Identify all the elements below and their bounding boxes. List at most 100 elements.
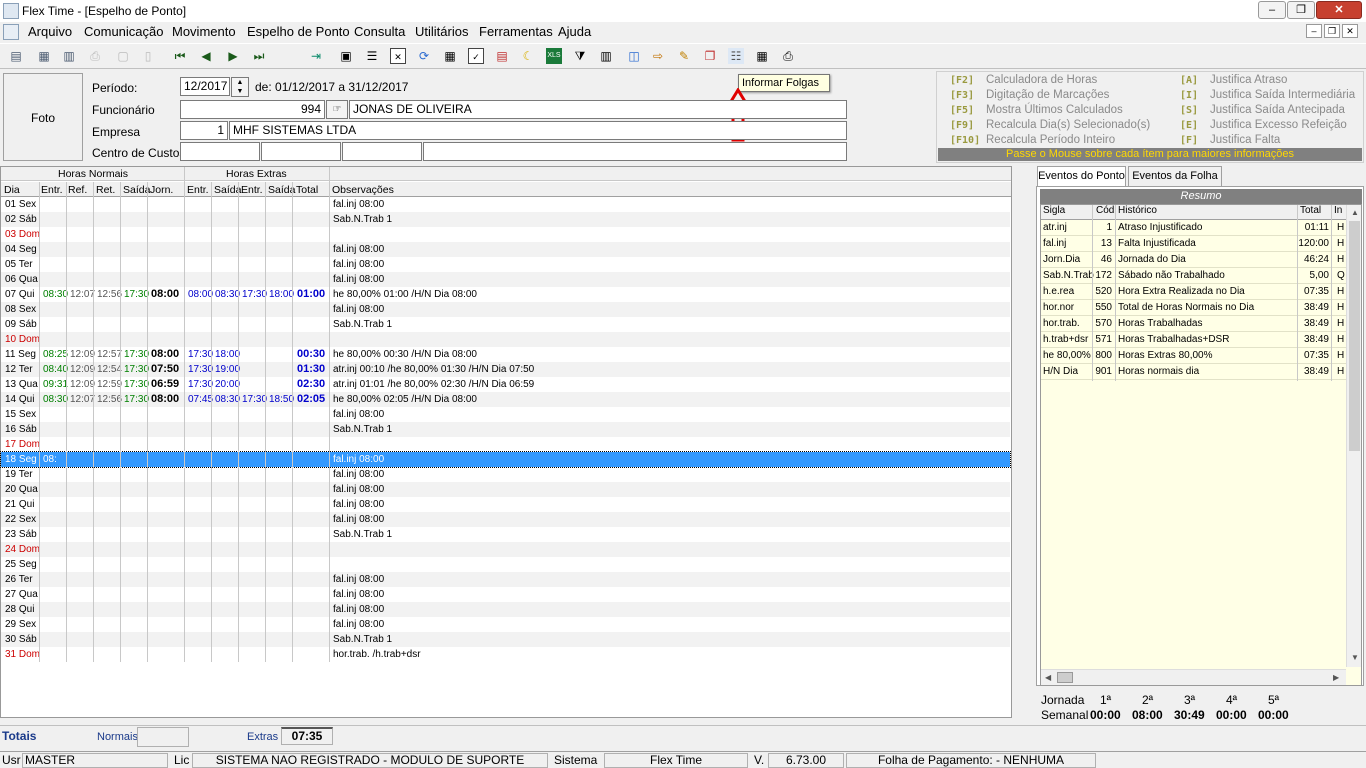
col-observacoes[interactable]: Observações [332, 184, 394, 196]
scroll-left-icon[interactable]: ◀ [1045, 673, 1051, 682]
informar-folgas-icon[interactable]: ☷ [728, 48, 744, 64]
menu-movimento[interactable]: Movimento [172, 24, 236, 39]
shortcut-f9[interactable]: [F9] Recalcula Dia(s) Selecionado(s) [950, 119, 1150, 131]
checklist-icon[interactable]: ✓ [468, 48, 484, 64]
first-record-icon[interactable]: ⏮ [172, 48, 188, 64]
table-row[interactable]: 25 Seg [1, 557, 1010, 572]
grid-icon[interactable]: ▦ [442, 48, 458, 64]
last-record-icon[interactable]: ⏭ [251, 48, 267, 64]
table-row[interactable]: 12 Ter 08:40 12:09 12:54 17:30 07:50 17:30 19:0… [1, 362, 1010, 377]
resumo-col-in[interactable]: In [1334, 205, 1342, 216]
table-row[interactable]: 02 Sáb Sab.N.Trab 1 [1, 212, 1010, 227]
close-box-icon[interactable]: ✕ [390, 48, 406, 64]
centro-field-4[interactable] [423, 142, 847, 161]
resumo-horizontal-scrollbar[interactable]: ◀ ▶ [1041, 669, 1346, 685]
col-extra-entr-2[interactable]: Entr. [241, 184, 263, 196]
list-icon[interactable]: ☰ [364, 48, 380, 64]
table-row[interactable]: 23 Sáb Sab.N.Trab 1 [1, 527, 1010, 542]
empresa-id-input[interactable]: 1 [180, 121, 228, 140]
menu-arquivo[interactable]: Arquivo [28, 24, 72, 39]
centro-field-2[interactable] [261, 142, 341, 161]
table-row[interactable]: 21 Qui fal.inj 08:00 [1, 497, 1010, 512]
resumo-row[interactable]: atr.inj 1 Atraso Injustificado 01:11 H [1041, 220, 1346, 236]
employee-icon[interactable]: ▤ [8, 48, 24, 64]
table-row[interactable]: 28 Qui fal.inj 08:00 [1, 602, 1010, 617]
save-disabled-icon[interactable]: ▢ [115, 48, 131, 64]
search-employee-icon[interactable]: ☞ [326, 100, 348, 119]
table-row[interactable]: 19 Ter fal.inj 08:00 [1, 467, 1010, 482]
resumo-row[interactable]: hor.trab. 570 Horas Trabalhadas 38:49 H [1041, 316, 1346, 332]
table-row[interactable]: 09 Sáb Sab.N.Trab 1 [1, 317, 1010, 332]
table-row[interactable]: 26 Ter fal.inj 08:00 [1, 572, 1010, 587]
printer-icon[interactable]: ⎙ [780, 48, 796, 64]
menu-ferramentas[interactable]: Ferramentas [479, 24, 553, 39]
table-row[interactable]: 13 Qua 09:31 12:09 12:59 17:30 06:59 17:30 20:0… [1, 377, 1010, 392]
scroll-right-icon[interactable]: ▶ [1333, 673, 1339, 682]
table-row[interactable]: 15 Sex fal.inj 08:00 [1, 407, 1010, 422]
shortcut-f2[interactable]: [F2] Calculadora de Horas [950, 74, 1097, 86]
export-icon[interactable]: ⇨ [650, 48, 666, 64]
table-row[interactable]: 29 Sex fal.inj 08:00 [1, 617, 1010, 632]
tab-eventos-da-folha[interactable]: Eventos da Folha [1128, 166, 1222, 186]
col-ret[interactable]: Ret. [96, 184, 115, 196]
shortcut-i[interactable]: [I] Justifica Saída Intermediária [1180, 89, 1355, 101]
table-row[interactable]: 14 Qui 08:30 12:07 12:56 17:30 08:00 07:45 08:3… [1, 392, 1010, 407]
menu-espelho-de-ponto[interactable]: Espelho de Ponto [247, 24, 350, 39]
table-row[interactable]: 11 Seg 08:25 12:09 12:57 17:30 08:00 17:30 18:0… [1, 347, 1010, 362]
table-row[interactable]: 30 Sáb Sab.N.Trab 1 [1, 632, 1010, 647]
col-total[interactable]: Total [296, 184, 318, 196]
page-disabled-icon[interactable]: ▯ [140, 48, 156, 64]
resumo-col-total[interactable]: Total [1300, 205, 1321, 216]
report-icon[interactable]: ❐ [702, 48, 718, 64]
col-extra-entr-1[interactable]: Entr. [187, 184, 209, 196]
refresh-icon[interactable]: ⟳ [416, 48, 432, 64]
table-row[interactable]: 01 Sex fal.inj 08:00 [1, 197, 1010, 212]
resumo-row[interactable]: H/N Dia 901 Horas normais dia 38:49 H [1041, 364, 1346, 380]
table-row[interactable]: 17 Dom [1, 437, 1010, 452]
monitor-icon[interactable]: ▣ [338, 48, 354, 64]
filter-icon[interactable]: ⧩ [572, 48, 588, 64]
maximize-button[interactable]: ❐ [1287, 1, 1315, 19]
shortcut-a[interactable]: [A] Justifica Atraso [1180, 74, 1287, 86]
child-window-icon[interactable] [3, 24, 19, 40]
print-disabled-icon[interactable]: ⎙ [87, 48, 103, 64]
copy-icon[interactable]: ▥ [61, 48, 77, 64]
resumo-row[interactable]: he 80,00% 800 Horas Extras 80,00% 07:35 H [1041, 348, 1346, 364]
funcionario-id-input[interactable]: 994 [180, 100, 325, 119]
exit-door-icon[interactable]: ⇥ [308, 48, 324, 64]
shortcut-s[interactable]: [S] Justifica Saída Antecipada [1180, 104, 1345, 116]
col-dia[interactable]: Dia [4, 184, 20, 196]
shortcut-f10[interactable]: [F10] Recalcula Período Inteiro [950, 134, 1115, 146]
excel-icon[interactable]: XLS [546, 48, 562, 64]
resumo-vertical-scrollbar[interactable]: ▲ ▼ [1346, 205, 1361, 667]
table-row[interactable]: 27 Qua fal.inj 08:00 [1, 587, 1010, 602]
table-row[interactable]: 07 Qui 08:30 12:07 12:56 17:30 08:00 08:00 08:3… [1, 287, 1010, 302]
table-row[interactable]: 24 Dom [1, 542, 1010, 557]
table-row[interactable]: 05 Ter fal.inj 08:00 [1, 257, 1010, 272]
calendar-icon[interactable]: ▤ [494, 48, 510, 64]
resumo-col-historico[interactable]: Histórico [1118, 205, 1157, 216]
mdi-close-button[interactable]: ✕ [1342, 24, 1358, 38]
moon-icon[interactable]: ☾ [520, 48, 536, 64]
menu-ajuda[interactable]: Ajuda [558, 24, 591, 39]
edit-icon[interactable]: ▦ [36, 48, 52, 64]
col-jorn[interactable]: Jorn. [150, 184, 173, 196]
resumo-row[interactable]: h.trab+dsr 571 Horas Trabalhadas+DSR 38:49 H [1041, 332, 1346, 348]
col-ref[interactable]: Ref. [68, 184, 87, 196]
table-row[interactable]: 06 Qua fal.inj 08:00 [1, 272, 1010, 287]
table-row[interactable]: 22 Sex fal.inj 08:00 [1, 512, 1010, 527]
close-button[interactable]: ✕ [1316, 1, 1362, 19]
mdi-restore-button[interactable]: ❐ [1324, 24, 1340, 38]
split-icon[interactable]: ◫ [626, 48, 642, 64]
resumo-row[interactable]: Sab.N.Trab 172 Sábado não Trabalhado 5,00 Q [1041, 268, 1346, 284]
periodo-input[interactable]: 12/2017 [180, 77, 230, 96]
table-row[interactable]: 10 Dom [1, 332, 1010, 347]
menu-comunicacao[interactable]: Comunicação [84, 24, 164, 39]
previous-record-icon[interactable]: ◀ [198, 48, 214, 64]
resumo-row[interactable]: fal.inj 13 Falta Injustificada 120:00 H [1041, 236, 1346, 252]
col-entr[interactable]: Entr. [41, 184, 63, 196]
scroll-down-icon[interactable]: ▼ [1351, 653, 1359, 662]
centro-field-3[interactable] [342, 142, 422, 161]
scroll-up-icon[interactable]: ▲ [1351, 208, 1359, 217]
next-record-icon[interactable]: ▶ [225, 48, 241, 64]
